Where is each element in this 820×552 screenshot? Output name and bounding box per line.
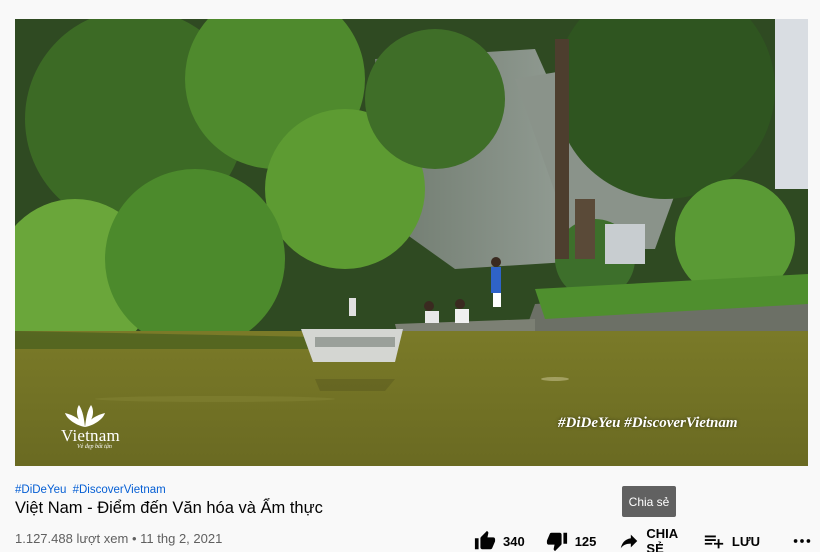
logo-tagline: Vẻ đẹp bất tận (77, 444, 112, 450)
dislike-button[interactable]: 125 (545, 529, 597, 552)
video-actions: 340 125 CHIA SẺ LƯU (470, 526, 820, 552)
playlist-add-icon (702, 529, 726, 552)
share-arrow-icon (618, 529, 640, 552)
video-hashtag-overlay: #DiDeYeu #DiscoverVietnam (558, 415, 738, 431)
more-actions-button[interactable] (790, 529, 820, 552)
vietnam-tourism-logo: Vietnam Vẻ đẹp bất tận (55, 403, 135, 457)
share-button[interactable]: CHIA SẺ (618, 526, 682, 552)
hashtag-link[interactable]: #DiscoverVietnam (73, 484, 166, 496)
meta-separator: • (131, 531, 137, 546)
view-count: 1.127.488 lượt xem (15, 531, 129, 546)
thumb-up-icon (473, 529, 497, 552)
video-player[interactable]: Vietnam Vẻ đẹp bất tận #DiDeYeu #Discove… (15, 19, 808, 466)
more-horizontal-icon (790, 529, 814, 552)
hashtag-links: #DiDeYeu #DiscoverVietnam (15, 484, 169, 496)
save-button[interactable]: LƯU (702, 529, 760, 552)
video-frame (15, 19, 808, 466)
logo-wordmark: Vietnam (61, 426, 120, 445)
hashtag-link[interactable]: #DiDeYeu (15, 484, 66, 496)
video-meta: 1.127.488 lượt xem • 11 thg 2, 2021 (15, 531, 222, 546)
dislike-count: 125 (574, 533, 597, 549)
publish-date: 11 thg 2, 2021 (140, 531, 223, 546)
like-button[interactable]: 340 (473, 529, 525, 552)
share-label: CHIA SẺ (646, 526, 678, 552)
share-tooltip: Chia sẻ (622, 486, 676, 517)
video-title: Việt Nam - Điểm đến Văn hóa và Ẩm thực (15, 499, 323, 517)
like-count: 340 (503, 533, 525, 549)
thumb-down-icon (545, 529, 569, 552)
save-label: LƯU (731, 533, 760, 549)
